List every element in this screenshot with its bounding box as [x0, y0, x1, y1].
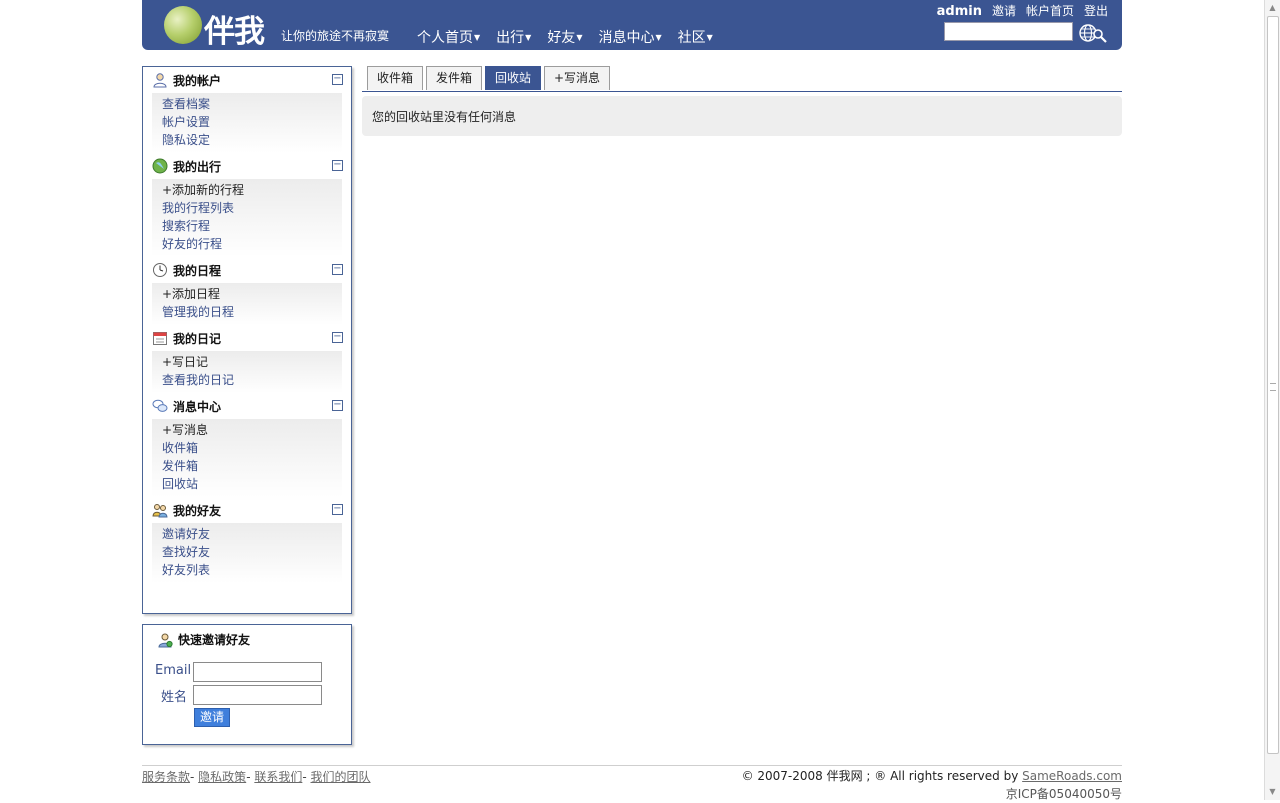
collapse-button[interactable]: −: [332, 400, 343, 411]
tab-trash[interactable]: 回收站: [485, 66, 542, 90]
nav-messages[interactable]: 消息中心▼: [598, 27, 661, 47]
collapse-button[interactable]: −: [332, 160, 343, 171]
email-label: Email: [155, 663, 192, 678]
team-link[interactable]: 我们的团队: [311, 770, 371, 784]
link-manage-schedule[interactable]: 管理我的日程: [162, 303, 342, 321]
section-message-center: 消息中心 − +写消息 收件箱 发件箱 回收站: [143, 393, 351, 497]
footer-copyright: © 2007-2008 伴我网 ; ® All rights reserved …: [742, 767, 1122, 803]
section-my-account: 我的帐户 − 查看档案 帐户设置 隐私设定: [143, 67, 351, 153]
section-my-travel: 我的出行 − +添加新的行程 我的行程列表 搜索行程 好友的行程: [143, 153, 351, 257]
main-nav: 个人首页▼ 出行▼ 好友▼ 消息中心▼ 社区▼: [417, 27, 713, 47]
collapse-button[interactable]: −: [332, 264, 343, 275]
invite-title: 快速邀请好友: [157, 631, 250, 648]
section-links: +写消息 收件箱 发件箱 回收站: [152, 419, 342, 497]
invite-button[interactable]: 邀请: [194, 708, 230, 727]
scroll-thumb[interactable]: [1267, 16, 1279, 754]
section-title: 消息中心: [143, 393, 351, 419]
clock-icon: [153, 263, 167, 277]
footer-links: 服务条款- 隐私政策- 联系我们- 我们的团队: [142, 770, 371, 784]
friends-icon: [152, 504, 168, 518]
collapse-button[interactable]: −: [332, 332, 343, 343]
link-account-settings[interactable]: 帐户设置: [162, 113, 342, 131]
empty-trash-message: 您的回收站里没有任何消息: [372, 110, 517, 124]
account-links: admin 邀请 帐户首页 登出: [937, 2, 1108, 19]
terms-link[interactable]: 服务条款: [142, 770, 190, 784]
calendar-icon: [153, 332, 167, 345]
contact-link[interactable]: 联系我们: [254, 770, 302, 784]
globe-logo-icon: [164, 6, 202, 44]
link-view-diary[interactable]: 查看我的日记: [162, 371, 342, 389]
section-links: 查看档案 帐户设置 隐私设定: [152, 93, 342, 153]
link-trash[interactable]: 回收站: [162, 475, 342, 493]
link-my-trips[interactable]: 我的行程列表: [162, 199, 342, 217]
section-my-schedule: 我的日程 − +添加日程 管理我的日程: [143, 257, 351, 325]
vertical-scrollbar[interactable]: ▲ ▼: [1264, 0, 1280, 800]
nav-home[interactable]: 个人首页▼: [417, 27, 480, 47]
footer-divider: [142, 765, 1122, 766]
trash-message-panel: 您的回收站里没有任何消息: [362, 96, 1122, 136]
tab-outbox[interactable]: 发件箱: [426, 66, 483, 90]
link-write-message[interactable]: +写消息: [162, 421, 342, 439]
copyright-text: © 2007-2008 伴我网 ; ® All rights reserved …: [741, 769, 1023, 783]
collapse-button[interactable]: −: [332, 74, 343, 85]
user-icon: [153, 73, 167, 88]
invite-link[interactable]: 邀请: [992, 2, 1016, 19]
section-my-friends: 我的好友 − 邀请好友 查找好友 好友列表: [143, 497, 351, 583]
email-field[interactable]: [193, 662, 322, 682]
privacy-link[interactable]: 隐私政策: [198, 770, 246, 784]
site-logo[interactable]: 伴我: [164, 4, 274, 50]
link-inbox[interactable]: 收件箱: [162, 439, 342, 457]
link-view-profile[interactable]: 查看档案: [162, 95, 342, 113]
message-tabs: 收件箱 发件箱 回收站 +写消息: [362, 66, 1122, 92]
link-write-diary[interactable]: +写日记: [162, 353, 342, 371]
name-label: 姓名: [161, 690, 188, 705]
section-title: 我的出行: [143, 153, 351, 179]
username-link[interactable]: admin: [937, 4, 982, 19]
link-invite-friends[interactable]: 邀请好友: [162, 525, 342, 543]
tab-write-message[interactable]: +写消息: [544, 66, 611, 90]
link-find-friends[interactable]: 查找好友: [162, 543, 342, 561]
link-search-trips[interactable]: 搜索行程: [162, 217, 342, 235]
collapse-button[interactable]: −: [332, 504, 343, 515]
link-privacy-settings[interactable]: 隐私设定: [162, 131, 342, 149]
link-friends-trips[interactable]: 好友的行程: [162, 235, 342, 253]
site-slogan: 让你的旅途不再寂寞: [281, 29, 390, 43]
site-header: 伴我 让你的旅途不再寂寞 个人首页▼ 出行▼ 好友▼ 消息中心▼ 社区▼ adm…: [142, 0, 1122, 50]
link-friend-list[interactable]: 好友列表: [162, 561, 342, 579]
scroll-down-icon[interactable]: ▼: [1265, 784, 1280, 800]
link-outbox[interactable]: 发件箱: [162, 457, 342, 475]
invite-user-icon: [158, 633, 173, 647]
nav-community[interactable]: 社区▼: [678, 27, 713, 47]
logo-text: 伴我: [204, 14, 265, 50]
globe-icon: [152, 158, 168, 174]
section-title: 我的好友: [143, 497, 351, 523]
account-home-link[interactable]: 帐户首页: [1026, 2, 1074, 19]
section-title: 我的日程: [143, 257, 351, 283]
grip-icon: [1270, 383, 1276, 391]
logout-link[interactable]: 登出: [1084, 2, 1108, 19]
quick-invite-box: 快速邀请好友 Email 姓名 邀请: [142, 624, 352, 745]
section-title: 我的帐户: [143, 67, 351, 93]
chat-icon: [152, 399, 168, 412]
nav-travel[interactable]: 出行▼: [496, 27, 531, 47]
link-add-trip[interactable]: +添加新的行程: [162, 181, 342, 199]
nav-friends[interactable]: 好友▼: [547, 27, 582, 47]
section-links: +写日记 查看我的日记: [152, 351, 342, 393]
section-links: 邀请好友 查找好友 好友列表: [152, 523, 342, 583]
icp-number: 京ICP备05040050号: [1005, 787, 1122, 801]
section-links: +添加日程 管理我的日程: [152, 283, 342, 325]
globe-search-icon[interactable]: [1078, 23, 1108, 43]
name-field[interactable]: [193, 685, 322, 705]
search-input[interactable]: [944, 22, 1073, 41]
section-links: +添加新的行程 我的行程列表 搜索行程 好友的行程: [152, 179, 342, 257]
section-title: 我的日记: [143, 325, 351, 351]
scroll-up-icon[interactable]: ▲: [1265, 0, 1280, 16]
sameroads-link[interactable]: SameRoads.com: [1022, 769, 1122, 783]
section-my-diary: 我的日记 − +写日记 查看我的日记: [143, 325, 351, 393]
sidebar-menu: 我的帐户 − 查看档案 帐户设置 隐私设定 我的出行 − +添加新的行程 我的行…: [142, 66, 352, 614]
link-add-schedule[interactable]: +添加日程: [162, 285, 342, 303]
tab-inbox[interactable]: 收件箱: [367, 66, 424, 90]
